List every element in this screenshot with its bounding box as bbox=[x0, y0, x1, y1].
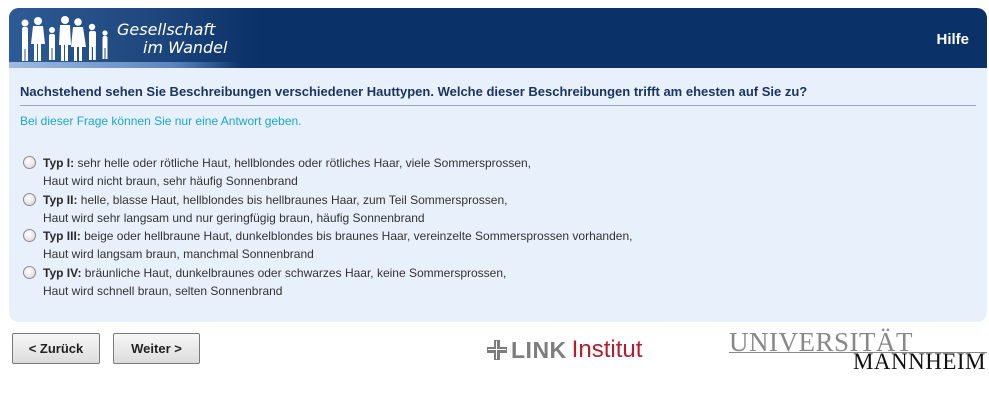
option-line-2: Haut wird sehr langsam und nur geringfüg… bbox=[43, 210, 425, 225]
people-silhouettes-icon bbox=[21, 16, 108, 61]
option-typ-4[interactable]: Typ IV: bräunliche Haut, dunkelbraunes o… bbox=[23, 264, 632, 301]
radio-button[interactable] bbox=[23, 192, 36, 206]
option-line-1: sehr helle oder rötliche Haut, hellblond… bbox=[74, 156, 532, 170]
link-plus-icon bbox=[487, 340, 507, 360]
option-line-1: bräunliche Haut, dunkelbraunes oder schw… bbox=[81, 265, 507, 280]
radio-button[interactable] bbox=[23, 265, 36, 279]
link-word: LINK bbox=[511, 336, 567, 363]
option-typ-3[interactable]: Typ III: beige oder hellbraune Haut, dun… bbox=[23, 227, 632, 264]
option-line-2: Haut wird schnell braun, selten Sonnenbr… bbox=[43, 283, 283, 298]
back-button[interactable]: < Zurück bbox=[12, 333, 100, 364]
option-title: Typ IV: bbox=[43, 265, 82, 280]
option-line-2: Haut wird langsam braun, manchmal Sonnen… bbox=[43, 247, 314, 261]
answer-options: Typ I: sehr helle oder rötliche Haut, he… bbox=[23, 154, 632, 300]
option-title: Typ II: bbox=[43, 192, 78, 207]
option-title: Typ I: bbox=[43, 156, 75, 170]
brand-logo: Gesellschaft im Wandel bbox=[117, 21, 227, 57]
radio-button[interactable] bbox=[23, 156, 36, 169]
answer-hint: Bei dieser Frage können Sie nur eine Ant… bbox=[20, 114, 302, 128]
universitaet-mannheim-logo: UNIVERSITÄT MANNHEIM bbox=[729, 327, 987, 375]
option-typ-1[interactable]: Typ I: sehr helle oder rötliche Haut, he… bbox=[23, 154, 632, 191]
header-bar: Gesellschaft im Wandel Hilfe bbox=[9, 8, 987, 68]
link-institut-logo: LINK Institut bbox=[487, 336, 642, 364]
institut-word: Institut bbox=[571, 336, 643, 363]
help-link[interactable]: Hilfe bbox=[936, 31, 969, 48]
next-button[interactable]: Weiter > bbox=[113, 333, 200, 364]
option-title: Typ III: bbox=[43, 229, 81, 243]
option-line-1: helle, blasse Haut, hellblondes bis hell… bbox=[77, 192, 508, 207]
brand-line-2: im Wandel bbox=[143, 38, 228, 57]
option-line-2: Haut wird nicht braun, sehr häufig Sonne… bbox=[43, 174, 298, 188]
question-panel: Nachstehend sehen Sie Beschreibungen ver… bbox=[9, 68, 987, 322]
option-line-1: beige oder hellbraune Haut, dunkelblonde… bbox=[80, 229, 633, 243]
radio-button[interactable] bbox=[23, 229, 36, 242]
option-typ-2[interactable]: Typ II: helle, blasse Haut, hellblondes … bbox=[23, 191, 632, 228]
uni-line-2: MANNHEIM bbox=[852, 349, 986, 374]
brand-line-1: Gesellschaft bbox=[117, 20, 216, 39]
question-text: Nachstehend sehen Sie Beschreibungen ver… bbox=[20, 84, 976, 106]
